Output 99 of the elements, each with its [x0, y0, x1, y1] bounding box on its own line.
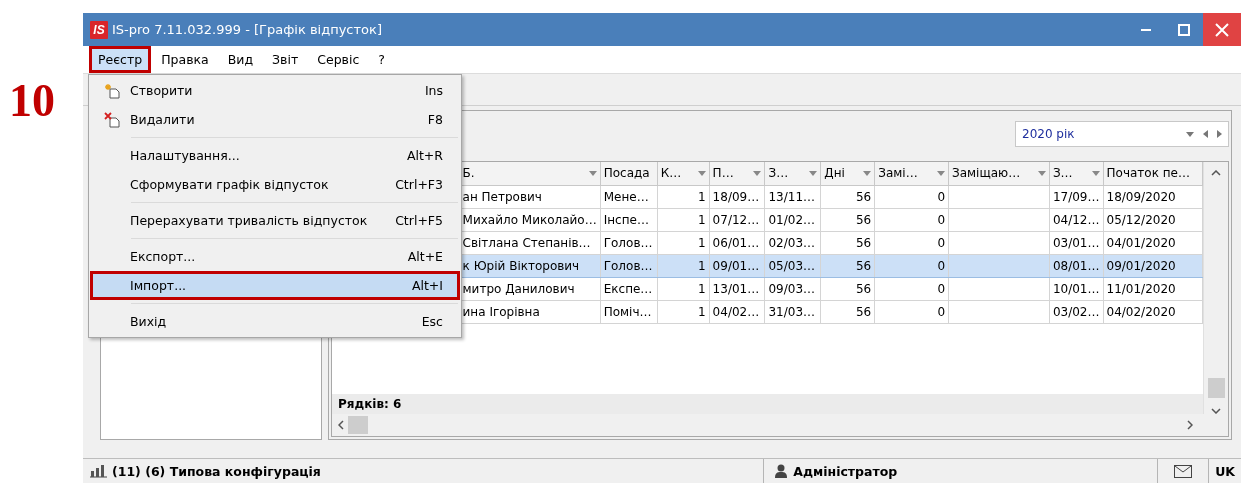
caret-icon[interactable] — [753, 170, 762, 176]
column-header[interactable]: Заміщаю… — [948, 162, 1050, 185]
row-count: Рядків: 6 — [332, 394, 1203, 414]
table-cell[interactable]: 04/02/2020 — [1103, 300, 1203, 323]
table-cell[interactable]: 13/11… — [764, 185, 821, 208]
table-cell[interactable]: Голов… — [600, 231, 658, 254]
caret-icon[interactable] — [1186, 131, 1194, 137]
table-cell[interactable]: Експе… — [600, 277, 658, 300]
caret-icon[interactable] — [697, 170, 706, 176]
table-cell[interactable]: 13/01… — [709, 277, 765, 300]
window-title: IS-pro 7.11.032.999 - [Графік відпусток] — [112, 22, 383, 37]
user-name: Адміністратор — [793, 463, 898, 479]
table-cell[interactable]: 06/01… — [709, 231, 765, 254]
close-icon — [1215, 22, 1229, 37]
table-cell[interactable]: 03/02… — [1049, 300, 1103, 323]
table-cell[interactable]: 0 — [874, 231, 949, 254]
table-cell[interactable]: 56 — [820, 231, 875, 254]
language-indicator[interactable]: UK — [1215, 463, 1235, 479]
table-cell[interactable]: 07/12… — [709, 208, 765, 231]
menu-item[interactable]: Створити Ins — [90, 76, 460, 105]
caret-icon[interactable] — [1091, 170, 1100, 176]
scroll-down-icon[interactable] — [1211, 408, 1221, 414]
delete-document-icon — [103, 111, 120, 128]
table-cell[interactable]: 04/01/2020 — [1103, 231, 1203, 254]
menu-item[interactable]: Сформувати графік відпусток Ctrl+F3 — [90, 170, 460, 199]
scroll-up-icon[interactable] — [1211, 170, 1221, 176]
app-logo: IS — [90, 20, 108, 39]
table-cell[interactable]: Поміч… — [600, 300, 658, 323]
chart-icon — [89, 464, 107, 478]
table-cell[interactable]: 18/09/2020 — [1103, 185, 1203, 208]
menu-item[interactable]: Налаштування... Alt+R — [90, 141, 460, 170]
menu-bar-item[interactable]: Звіт — [263, 46, 308, 73]
column-header[interactable]: Б. — [459, 162, 601, 185]
new-document-icon — [103, 82, 120, 99]
table-cell[interactable]: 0 — [874, 185, 949, 208]
column-header[interactable]: П… — [709, 162, 765, 185]
close-button[interactable] — [1203, 13, 1241, 46]
menu-bar-item[interactable]: Правка — [152, 46, 218, 73]
table-cell[interactable]: 56 — [820, 185, 875, 208]
table-cell[interactable]: 1 — [657, 231, 710, 254]
minimize-icon — [1141, 28, 1151, 31]
table-cell[interactable]: 04/02… — [709, 300, 765, 323]
table-cell[interactable]: 1 — [657, 277, 710, 300]
table-cell[interactable]: 0 — [874, 300, 949, 323]
table-cell[interactable]: 17/09… — [1049, 185, 1103, 208]
caret-icon[interactable] — [1037, 170, 1046, 176]
previous-icon[interactable] — [1203, 130, 1208, 138]
table-cell[interactable]: 10/01… — [1049, 277, 1103, 300]
table-cell[interactable]: 0 — [874, 277, 949, 300]
table-cell[interactable]: 04/12… — [1049, 208, 1103, 231]
column-header[interactable]: Початок пе… — [1103, 162, 1203, 185]
horizontal-scrollbar[interactable] — [332, 414, 1203, 436]
column-header[interactable]: К… — [657, 162, 710, 185]
table-cell[interactable]: 1 — [657, 300, 710, 323]
menu-item[interactable]: Експорт... Alt+E — [90, 242, 460, 271]
status-text: (11) (6) Типова конфігурація — [112, 463, 321, 479]
next-icon[interactable] — [1217, 130, 1222, 138]
menu-bar-item[interactable]: ? — [369, 46, 394, 73]
table-cell[interactable]: 56 — [820, 208, 875, 231]
table-cell[interactable]: 31/03… — [764, 300, 821, 323]
table-cell[interactable]: 18/09… — [709, 185, 765, 208]
vertical-scrollbar[interactable] — [1203, 162, 1228, 414]
column-header[interactable]: Дні — [820, 162, 875, 185]
menu-item[interactable]: Імпорт... Alt+I — [90, 271, 460, 300]
table-cell[interactable]: 02/03… — [764, 231, 821, 254]
menu-item[interactable]: Перерахувати тривалість відпусток Ctrl+F5 — [90, 206, 460, 235]
table-cell[interactable]: 09/03… — [764, 277, 821, 300]
table-cell[interactable]: 01/02… — [764, 208, 821, 231]
scroll-left-icon[interactable] — [338, 420, 344, 430]
column-header[interactable]: З… — [764, 162, 821, 185]
column-header[interactable]: Замі… — [874, 162, 949, 185]
table-cell[interactable]: 56 — [820, 277, 875, 300]
scrollbar-thumb[interactable] — [1207, 378, 1225, 398]
table-cell[interactable]: Мене… — [600, 185, 658, 208]
column-header[interactable]: Посада — [600, 162, 658, 185]
scroll-right-icon[interactable] — [1187, 420, 1193, 430]
table-cell[interactable]: 1 — [657, 185, 710, 208]
menu-item[interactable]: Вихід Esc — [90, 307, 460, 336]
table-cell[interactable]: 11/01/2020 — [1103, 277, 1203, 300]
menu-bar-item[interactable]: Реєстр — [89, 46, 152, 73]
column-header[interactable]: З… — [1049, 162, 1103, 185]
table-cell[interactable]: 1 — [657, 208, 710, 231]
table-cell[interactable]: 0 — [874, 208, 949, 231]
menu-bar-item[interactable]: Вид — [218, 46, 263, 73]
table-cell[interactable]: 03/01… — [1049, 231, 1103, 254]
caret-icon[interactable] — [863, 170, 872, 176]
caret-icon[interactable] — [588, 170, 597, 176]
user-icon — [774, 464, 789, 478]
table-cell[interactable]: 56 — [820, 300, 875, 323]
scrollbar-thumb[interactable] — [348, 416, 368, 434]
caret-icon[interactable] — [809, 170, 818, 176]
maximize-icon — [1178, 23, 1190, 36]
step-number: 10 — [9, 78, 55, 124]
table-cell[interactable]: Інспе… — [600, 208, 658, 231]
mail-icon[interactable] — [1174, 464, 1193, 478]
menu-item[interactable]: Видалити F8 — [90, 105, 460, 134]
caret-icon[interactable] — [937, 170, 945, 176]
table-cell[interactable]: 05/12/2020 — [1103, 208, 1203, 231]
menu-bar-item[interactable]: Сервіс — [308, 46, 369, 73]
